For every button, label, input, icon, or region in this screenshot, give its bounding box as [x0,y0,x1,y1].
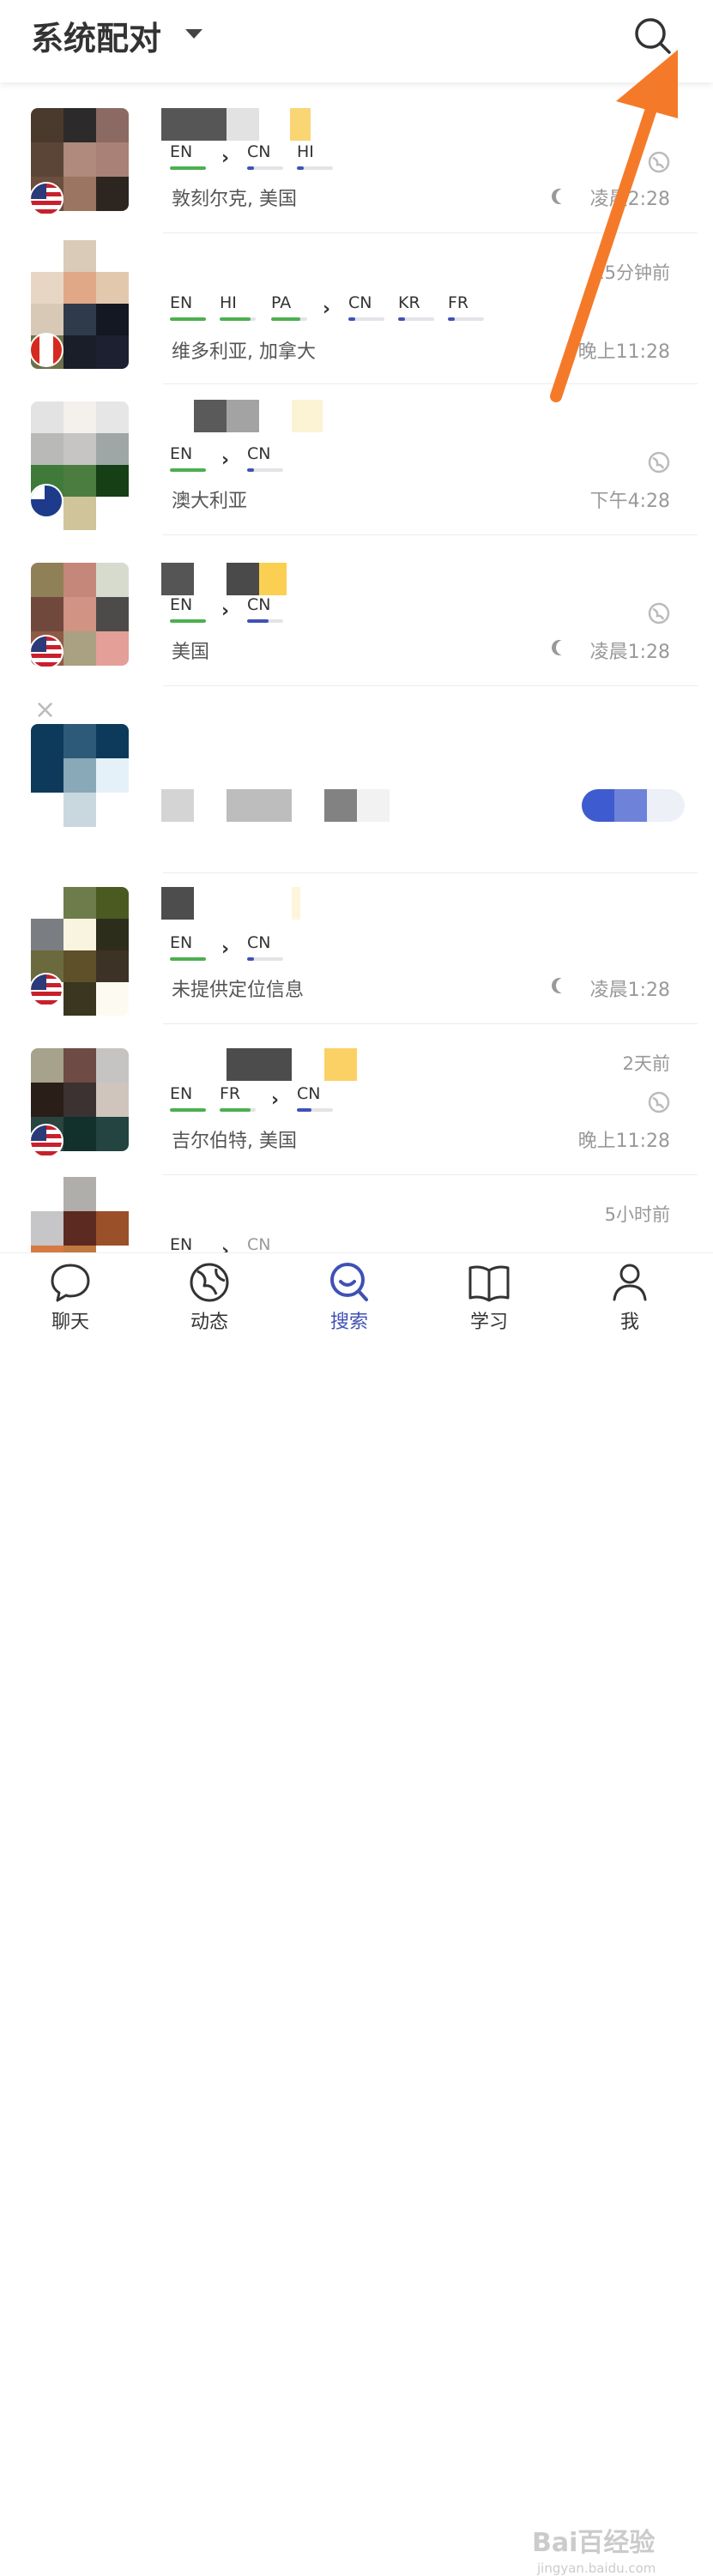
list-item[interactable]: EN › CN HI 敦刻尔克, 美国 凌晨2:28 [0,86,713,233]
tab-me[interactable]: 我 [578,1260,681,1334]
tab-label: 动态 [190,1312,228,1333]
native-language: EN [170,1235,193,1252]
chevron-right-icon: › [271,1089,280,1111]
location-text: 维多利亚, 加拿大 [172,341,316,363]
tab-learn[interactable]: 学习 [438,1260,541,1334]
list-item[interactable]: 2天前 EN FR › CN 吉尔伯特, 美国 晚上11:28 [0,1024,713,1175]
chevron-right-icon: › [221,148,230,169]
moon-icon [556,978,571,993]
globe-icon [648,1091,670,1113]
local-time: 晚上11:28 [577,1131,670,1152]
chat-icon [51,1264,90,1302]
search-icon[interactable] [631,15,673,57]
local-time: 下午4:28 [589,491,670,512]
bottom-tab-bar: 聊天 动态 搜索 学习 我 Bai百经验 jingyan.baidu.com [0,1252,713,2576]
close-icon[interactable]: × [34,695,56,725]
username-blurred [161,1048,357,1081]
book-icon [468,1265,510,1302]
learning-language: HI [297,142,333,170]
chevron-right-icon: › [221,600,230,622]
username-blurred [161,887,300,920]
ad-banner[interactable]: × [0,686,713,873]
location-text: 吉尔伯特, 美国 [172,1131,297,1152]
learning-language: KR [398,293,434,321]
globe-icon [648,602,670,624]
list-item[interactable]: EN › CN 未提供定位信息 凌晨1:28 [0,873,713,1024]
native-language: HI [220,293,256,321]
australia-flag-icon [29,484,63,518]
location-text: 美国 [172,642,210,663]
search-smile-icon [330,1263,368,1301]
globe-icon [190,1263,229,1302]
moon-icon [556,189,571,204]
learning-language: CN [247,1235,271,1252]
watermark-url: jingyan.baidu.com [537,2561,656,2576]
chevron-right-icon: › [221,1240,230,1252]
tab-label: 搜索 [329,1312,368,1333]
list-item[interactable]: 15分钟前 EN HI PA › CN KR FR 维多利亚, 加拿大 晚上11… [0,233,713,384]
tab-chat[interactable]: 聊天 [19,1260,122,1334]
tab-moments[interactable]: 动态 [158,1260,261,1334]
username-blurred [161,563,287,595]
learning-language: CN [247,933,283,961]
native-language: EN [170,444,206,472]
avatar[interactable] [31,1177,129,1252]
chevron-right-icon: › [221,938,230,960]
last-active: 5小时前 [604,1204,670,1225]
username-blurred [161,400,323,432]
learning-language: FR [448,293,484,321]
us-flag-icon [29,973,63,1007]
username-blurred [161,108,311,141]
list-item[interactable]: EN › CN 澳大利亚 下午4:28 [0,384,713,535]
watermark-logo: Bai百经验 [532,2528,656,2558]
page-title[interactable]: 系统配对 [31,12,161,59]
list-item[interactable]: EN › CN 美国 凌晨1:28 [0,535,713,686]
globe-icon [648,451,670,474]
ad-action-button[interactable] [582,789,685,822]
ad-text-blurred [161,789,390,822]
local-time: 凌晨1:28 [589,980,670,1001]
location-text: 未提供定位信息 [172,980,305,1001]
chevron-right-icon: › [221,449,230,471]
ad-image [31,724,129,827]
last-active: 15分钟前 [593,262,670,283]
list-item[interactable]: 5小时前 EN › CN [0,1175,713,1252]
location-text: 敦刻尔克, 美国 [172,189,297,210]
native-language: EN [170,142,206,170]
learning-language: CN [247,595,283,623]
tab-search[interactable]: 搜索 [298,1260,401,1334]
native-language: EN [170,293,206,321]
native-language: EN [170,1084,206,1112]
local-time: 晚上11:28 [577,341,670,363]
local-time: 凌晨2:28 [589,189,670,210]
chevron-right-icon: › [323,299,331,320]
native-language: EN [170,933,206,961]
moon-icon [556,640,571,655]
learning-language: CN [348,293,384,321]
us-flag-icon [29,1124,63,1158]
canada-flag-icon [29,333,63,367]
location-text: 澳大利亚 [172,491,248,512]
tab-label: 学习 [469,1312,508,1333]
last-active: 2天前 [622,1053,670,1074]
chevron-down-icon[interactable] [185,29,202,39]
learning-language: CN [247,142,283,170]
local-time: 凌晨1:28 [589,642,670,663]
tab-label: 我 [619,1312,639,1333]
native-language: FR [220,1084,256,1112]
learning-language: CN [247,444,283,472]
learning-language: CN [297,1084,333,1112]
native-language: EN [170,595,206,623]
native-language: PA [271,293,307,321]
us-flag-icon [29,182,63,216]
globe-icon [648,151,670,173]
person-icon [613,1264,647,1301]
tab-label: 聊天 [51,1312,89,1333]
us-flag-icon [29,635,63,669]
app-header: 系统配对 [0,0,713,82]
